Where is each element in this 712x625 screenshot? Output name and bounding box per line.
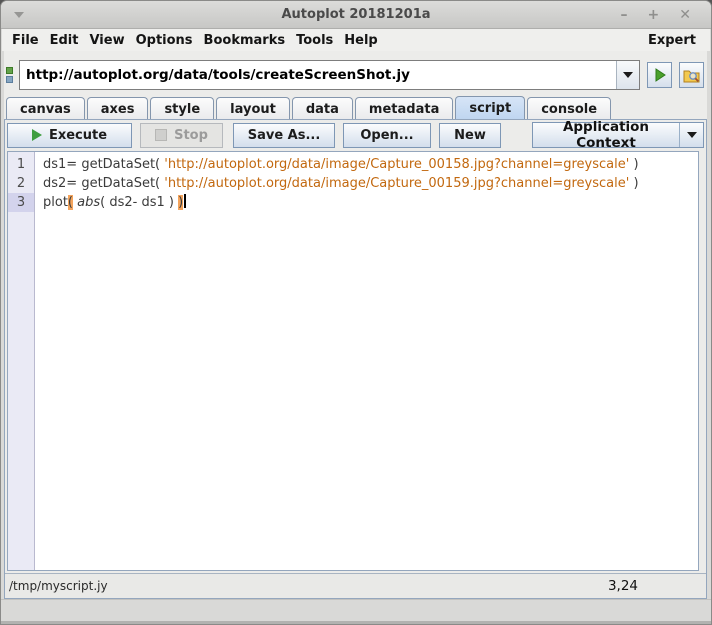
uri-field-wrap	[19, 60, 640, 90]
uri-input[interactable]	[20, 61, 616, 89]
code-text: ( ds2- ds1 )	[100, 195, 178, 210]
new-label: New	[454, 128, 486, 143]
code-line-3: plot( abs( ds2- ds1 ) )	[43, 193, 698, 212]
code-line-1: ds1= getDataSet( 'http://autoplot.org/da…	[43, 155, 698, 174]
line-number: 1	[8, 155, 34, 174]
tab-style[interactable]: style	[150, 97, 214, 120]
inspect-uri-button[interactable]	[679, 62, 704, 88]
menu-file[interactable]: File	[11, 32, 40, 49]
code-area[interactable]: ds1= getDataSet( 'http://autoplot.org/da…	[35, 152, 698, 570]
open-label: Open...	[360, 128, 413, 143]
string-literal: 'http://autoplot.org/data/image/Capture_…	[164, 157, 629, 172]
combobox-arrow-button[interactable]	[679, 123, 703, 147]
menu-bookmarks[interactable]: Bookmarks	[203, 32, 287, 49]
status-bar: /tmp/myscript.jy 3,24	[5, 573, 706, 598]
execute-button[interactable]: Execute	[7, 123, 132, 148]
code-text: plot	[43, 195, 68, 210]
stop-button: Stop	[140, 123, 223, 148]
line-number: 2	[8, 174, 34, 193]
save-as-label: Save As...	[248, 128, 321, 143]
tab-canvas[interactable]: canvas	[6, 97, 85, 120]
script-pane: Execute Stop Save As... Open... New Appl…	[4, 119, 707, 599]
tab-axes[interactable]: axes	[87, 97, 149, 120]
menu-edit[interactable]: Edit	[49, 32, 80, 49]
context-combobox-value: Application Context	[533, 119, 679, 151]
code-editor[interactable]: 1 2 3 ds1= getDataSet( 'http://autoplot.…	[7, 151, 699, 571]
tab-data[interactable]: data	[292, 97, 353, 120]
code-text: ds1= getDataSet(	[43, 157, 164, 172]
string-literal: 'http://autoplot.org/data/image/Capture_…	[164, 176, 629, 191]
title-bar[interactable]: Autoplot 20181201a – + ✕	[1, 1, 711, 29]
builtin-function: abs	[77, 195, 100, 210]
play-icon	[653, 68, 667, 82]
uri-green-square-icon	[6, 67, 13, 74]
line-number-gutter: 1 2 3	[8, 152, 35, 570]
menu-options[interactable]: Options	[135, 32, 194, 49]
uri-dropdown-button[interactable]	[616, 61, 639, 89]
open-button[interactable]: Open...	[343, 123, 431, 148]
new-button[interactable]: New	[439, 123, 501, 148]
app-window: Autoplot 20181201a – + ✕ File Edit View …	[0, 0, 712, 625]
tab-layout[interactable]: layout	[216, 97, 290, 120]
stop-square-icon	[155, 129, 167, 141]
execute-label: Execute	[49, 128, 107, 143]
execute-play-icon	[32, 129, 42, 141]
code-text: )	[629, 176, 638, 191]
uri-type-icon	[6, 67, 17, 83]
text-cursor	[184, 194, 186, 208]
stop-label: Stop	[174, 128, 208, 143]
folder-search-icon	[683, 68, 700, 83]
tab-console[interactable]: console	[527, 97, 611, 120]
line-number-current: 3	[8, 193, 34, 212]
main-content: canvas axes style layout data metadata s…	[4, 51, 707, 599]
tab-metadata[interactable]: metadata	[355, 97, 453, 120]
context-combobox[interactable]: Application Context	[532, 122, 704, 148]
tab-script[interactable]: script	[455, 96, 525, 120]
uri-blue-square-icon	[6, 76, 13, 83]
menu-tools[interactable]: Tools	[295, 32, 334, 49]
code-text: ds2= getDataSet(	[43, 176, 164, 191]
window-resize-edge[interactable]	[1, 599, 711, 624]
code-text: )	[629, 157, 638, 172]
script-file-path: /tmp/myscript.jy	[5, 579, 108, 593]
expert-mode-label[interactable]: Expert	[648, 33, 696, 48]
matched-paren: )	[178, 195, 183, 210]
code-line-2: ds2= getDataSet( 'http://autoplot.org/da…	[43, 174, 698, 193]
menu-help[interactable]: Help	[343, 32, 378, 49]
menu-bar: File Edit View Options Bookmarks Tools H…	[2, 29, 710, 51]
tab-strip: canvas axes style layout data metadata s…	[6, 96, 705, 120]
script-toolbar: Execute Stop Save As... Open... New Appl…	[5, 120, 706, 150]
cursor-position: 3,24	[608, 578, 638, 594]
go-button[interactable]	[647, 62, 672, 88]
save-as-button[interactable]: Save As...	[233, 123, 335, 148]
menu-view[interactable]: View	[88, 32, 125, 49]
window-title: Autoplot 20181201a	[1, 7, 711, 22]
chevron-down-icon	[623, 72, 633, 78]
address-row	[6, 59, 704, 91]
chevron-down-icon	[687, 132, 697, 138]
